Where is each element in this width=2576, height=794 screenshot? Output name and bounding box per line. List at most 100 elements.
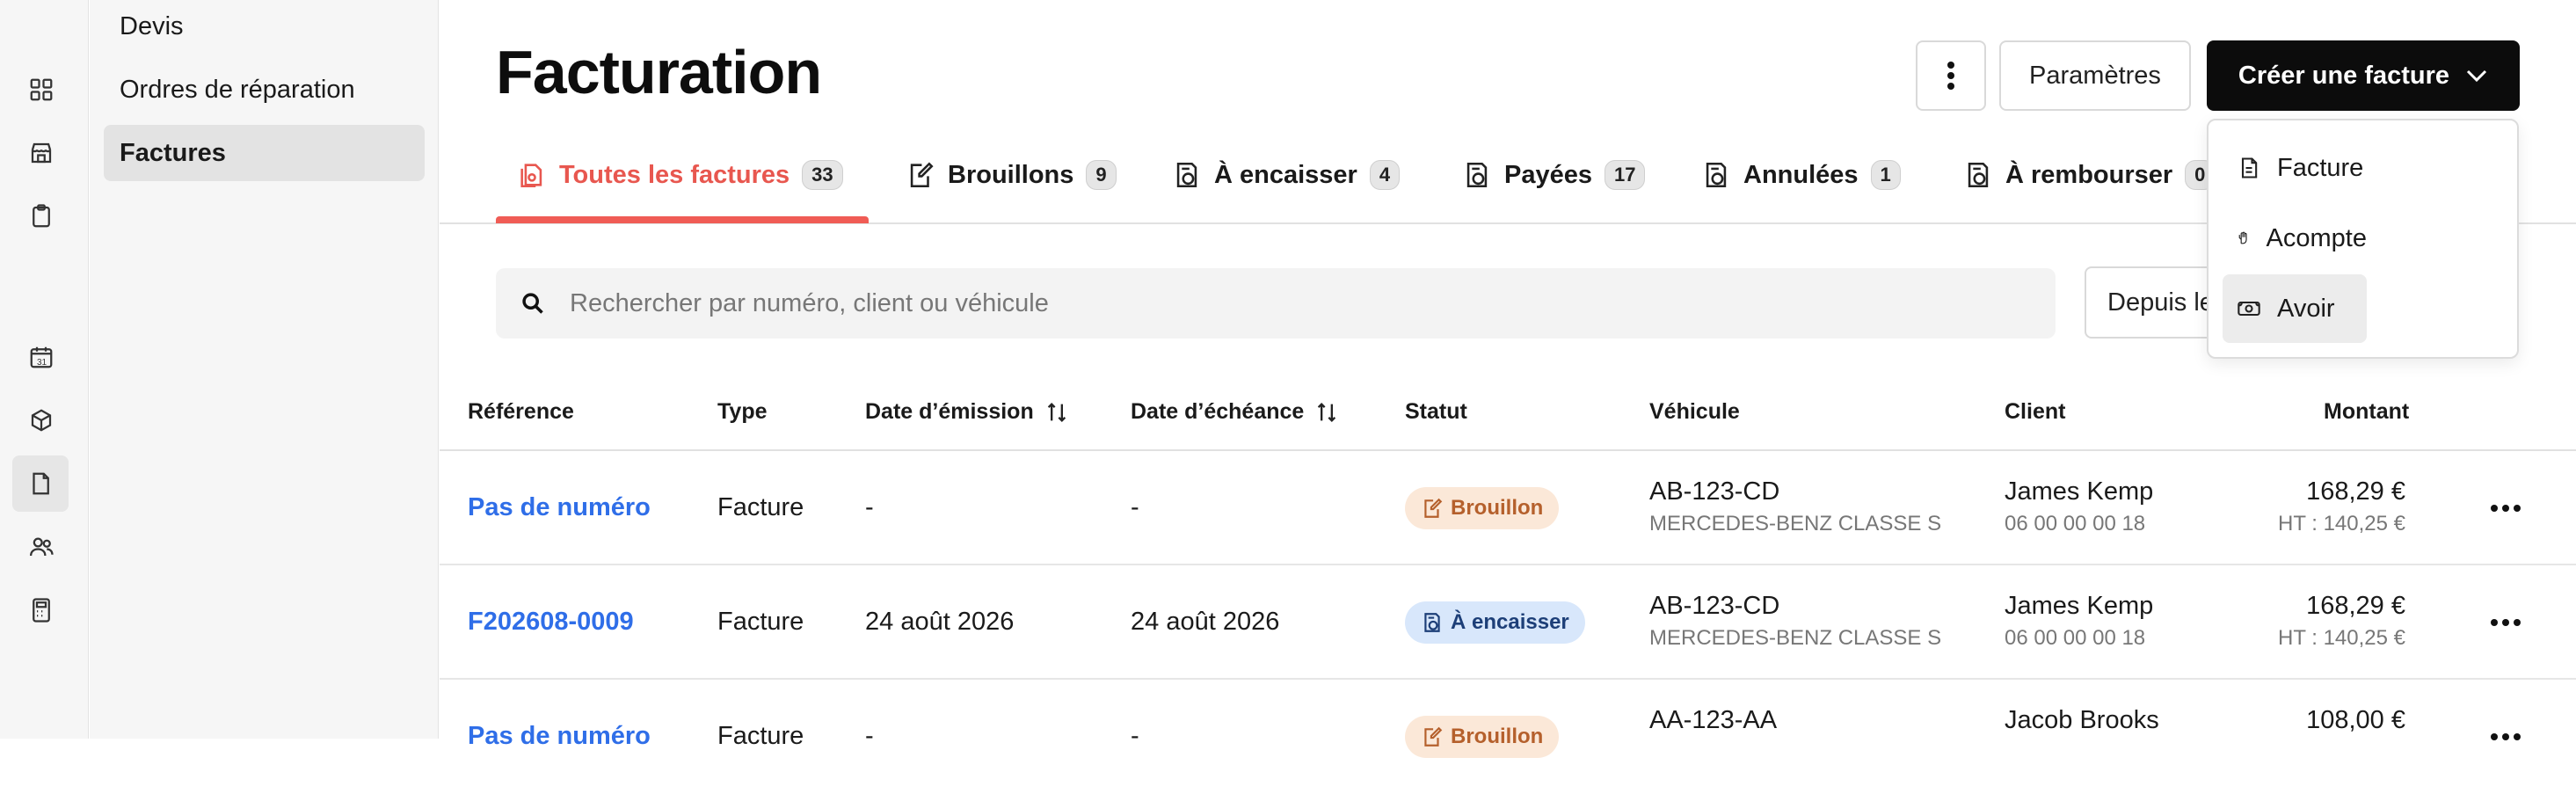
invoice-coin-icon [1424,613,1440,632]
table-header: Référence Type Date d’émission Date d’éc… [440,385,2576,451]
due-date: - [1131,493,1139,521]
tab-label: À rembourser [2005,160,2173,189]
search-input[interactable] [570,288,1976,318]
edit-document-icon [1424,726,1443,747]
dashboard-icon[interactable] [24,72,59,107]
table-row[interactable]: F202608-0009 Facture 24 août 2026 24 aoû… [440,565,2576,680]
sidebar-item-invoices[interactable]: Factures [104,125,425,181]
due-date: - [1131,722,1139,750]
tab-to-collect[interactable]: À encaisser 4 [1172,147,1401,203]
vehicle-model: MERCEDES-BENZ CLASSE S [1649,626,1942,650]
column-reference: Référence [468,399,574,424]
icon-rail: 31 [0,0,89,739]
edit-document-icon [1424,498,1443,518]
tab-count: 1 [1870,160,1901,190]
vehicle-info: AA-123-AA [1649,706,1777,735]
horizontal-dots-icon [2491,505,2521,512]
search-icon [522,293,543,314]
client-phone: 06 00 00 00 18 [2005,512,2146,535]
column-issue-date[interactable]: Date d’émission [865,399,1069,425]
invoice-type: Facture [717,608,804,636]
tab-count: 17 [1605,160,1646,190]
amount-ht: HT : 140,25 € [2278,512,2405,535]
main-content: Facturation Paramètres Créer une facture… [440,0,2576,758]
menu-item-credit-note[interactable]: Avoir [2223,274,2367,343]
more-options-button[interactable] [1916,40,1986,111]
status-badge: À encaisser [1405,601,1585,644]
invoice-check-icon [1466,162,1488,188]
calendar-icon[interactable]: 31 [24,339,59,375]
client-phone: 06 00 00 00 18 [2005,626,2146,650]
table-row[interactable]: Pas de numéro Facture - - Brouillon AA-1… [440,680,2576,794]
users-icon[interactable] [24,529,59,565]
issue-date: - [865,722,874,750]
vehicle-info: AB-123-CD MERCEDES-BENZ CLASSE S [1649,592,1941,651]
client-info: Jacob Brooks [2005,706,2159,735]
invoice-cancel-icon [1706,162,1727,188]
column-due-date[interactable]: Date d’échéance [1131,399,1339,425]
column-client: Client [2005,399,2066,424]
invoice-type: Facture [717,493,804,521]
settings-button[interactable]: Paramètres [1999,40,2191,111]
row-actions-button[interactable] [2488,491,2523,526]
amount-ttc: 168,29 € [2306,592,2405,620]
horizontal-dots-icon [2491,733,2521,740]
amount-ttc: 108,00 € [2306,706,2405,734]
document-icon [2241,157,2258,178]
tab-drafts[interactable]: Brouillons 9 [906,147,1117,203]
invoice-reference-link[interactable]: F202608-0009 [468,608,634,637]
menu-item-invoice[interactable]: Facture [2223,134,2367,202]
tab-cancelled[interactable]: Annulées 1 [1701,147,1901,203]
amount: 168,29 € HT : 140,25 € [2278,592,2405,651]
box-icon[interactable] [24,403,59,438]
svg-text:31: 31 [37,358,47,368]
create-invoice-button[interactable]: Créer une facture [2207,40,2520,111]
vehicle-model: MERCEDES-BENZ CLASSE S [1649,512,1942,535]
client-info: James Kemp 06 00 00 00 18 [2005,592,2153,651]
sort-icon [1047,402,1066,422]
search-bar [496,268,2056,339]
invoice-coin-icon [1176,162,1197,188]
menu-item-deposit[interactable]: Acompte [2223,204,2367,273]
invoice-reference-link[interactable]: Pas de numéro [468,493,651,522]
row-actions-button[interactable] [2488,719,2523,754]
amount-ttc: 168,29 € [2306,477,2405,506]
horizontal-dots-icon [2491,619,2521,626]
tab-paid[interactable]: Payées 17 [1462,147,1646,203]
sort-icon [1318,402,1336,422]
column-type: Type [717,399,768,424]
store-icon[interactable] [24,135,59,171]
amount: 168,29 € HT : 140,25 € [2278,477,2405,536]
sidebar-item-repair-orders[interactable]: Ordres de réparation [104,62,425,118]
tab-label: Payées [1504,160,1592,189]
tab-count: 33 [802,160,843,190]
tab-label: À encaisser [1214,160,1357,189]
issue-date: 24 août 2026 [865,608,1015,636]
tab-label: Toutes les factures [559,160,790,189]
page-title: Facturation [496,38,822,106]
tab-to-refund[interactable]: À rembourser 0 [1963,147,2216,203]
table-row[interactable]: Pas de numéro Facture - - Brouillon AB-1… [440,451,2576,565]
vertical-dots-icon [1947,62,1954,90]
active-tab-indicator [496,216,869,223]
vehicle-plate: AA-123-AA [1649,706,1778,734]
status-badge: Brouillon [1405,487,1560,529]
create-invoice-label: Créer une facture [2238,61,2450,90]
create-invoice-menu: Facture Acompte Avoir [2207,119,2519,359]
client-name: James Kemp [2005,477,2154,506]
banknote-icon [2238,301,2260,317]
invoice-icon[interactable] [12,455,69,512]
vehicle-plate: AB-123-CD [1649,477,1780,506]
clipboard-icon[interactable] [24,199,59,234]
vehicle-plate: AB-123-CD [1649,592,1780,620]
hand-coin-icon [2238,231,2247,244]
client-name: Jacob Brooks [2005,706,2159,734]
sidebar-item-devis[interactable]: Devis [104,0,425,55]
calculator-icon[interactable] [24,593,59,628]
tab-all-invoices[interactable]: Toutes les factures 33 [517,147,843,203]
invoice-reference-link[interactable]: Pas de numéro [468,722,651,751]
invoice-refund-icon [1968,162,1989,188]
vehicle-info: AB-123-CD MERCEDES-BENZ CLASSE S [1649,477,1941,536]
row-actions-button[interactable] [2488,605,2523,640]
tab-count: 4 [1369,160,1401,190]
